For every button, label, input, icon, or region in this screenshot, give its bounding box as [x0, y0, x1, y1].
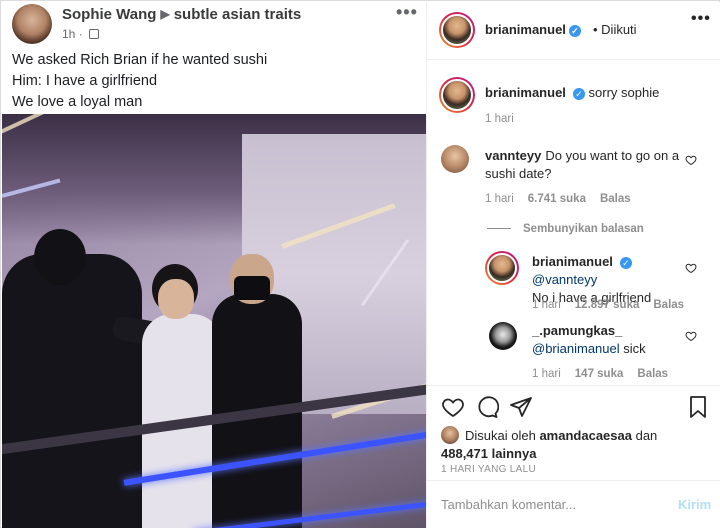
verified-badge-icon: ✓: [619, 257, 632, 269]
save-bookmark-icon[interactable]: [686, 395, 710, 419]
reply: _.pamungkas_ @brianimanuel sick: [532, 322, 687, 358]
photo-person-right-mask: [234, 276, 270, 300]
liked-by-user[interactable]: amandacaesaa: [539, 428, 632, 443]
hide-replies-button[interactable]: Sembunyikan balasan: [487, 223, 644, 235]
reply-meta: 1 hari 12.897 suka Balas: [532, 299, 698, 311]
facebook-post-line: Him: I have a girlfriend: [12, 73, 158, 89]
comment-likes[interactable]: 6.741 suka: [528, 193, 586, 205]
like-reply-heart-icon[interactable]: [685, 262, 697, 274]
facebook-post-line: We love a loyal man: [12, 94, 143, 110]
comment-bubble-icon[interactable]: [475, 395, 499, 419]
caption-time[interactable]: 1 hari: [485, 113, 514, 125]
avatar-image: [441, 145, 469, 173]
caption-username[interactable]: brianimanuel: [485, 85, 566, 100]
facebook-avatar: [12, 4, 52, 44]
photo-person-center-face: [158, 279, 194, 319]
liked-by-count[interactable]: 488,471: [441, 446, 488, 461]
reply-username[interactable]: _.pamungkas_: [532, 323, 622, 338]
facebook-author: Sophie Wang: [62, 6, 157, 23]
reply-mention[interactable]: @brianimanuel: [532, 341, 620, 356]
audience-icon: [89, 29, 100, 39]
reply-time[interactable]: 1 hari: [532, 299, 561, 311]
share-paper-plane-icon[interactable]: [509, 395, 533, 419]
like-heart-icon[interactable]: [441, 395, 465, 419]
instagram-panel: brianimanuel ✓ • Diikuti ••• brianimanuel…: [426, 2, 720, 528]
facebook-post-meta: 1h ·: [62, 27, 100, 41]
caption-meta: 1 hari: [485, 113, 528, 125]
window-frame: Sophie Wang ▶ subtle asian traits 1h · •••…: [0, 0, 720, 528]
caption: brianimanuel ✓ sorry sophie: [485, 84, 659, 102]
verified-badge-icon: ✓: [568, 25, 581, 37]
avatar-image: [441, 79, 473, 111]
liked-by-avatar[interactable]: [441, 426, 459, 444]
reply-likes[interactable]: 12.897 suka: [575, 299, 640, 311]
facebook-author-line: Sophie Wang ▶ subtle asian traits: [62, 6, 301, 23]
photo-person-left: [2, 254, 142, 528]
photo-person-left-head: [34, 229, 86, 285]
facebook-more-icon: •••: [396, 2, 418, 22]
liked-by: Disukai oleh amandacaesaa dan 488,471 la…: [441, 426, 657, 463]
post-date[interactable]: 1 HARI YANG LALU: [441, 464, 536, 475]
add-comment-bar: Tambahkan komentar... Kirim: [427, 480, 720, 528]
liked-by-suffix[interactable]: lainnya: [492, 446, 537, 461]
reply-button[interactable]: Balas: [653, 299, 684, 311]
verified-badge-icon: ✓: [572, 88, 585, 100]
comment-avatar[interactable]: [441, 145, 469, 173]
reply-button[interactable]: Balas: [637, 368, 668, 380]
liked-by-conj: dan: [635, 428, 658, 443]
reply-avatar[interactable]: [489, 322, 517, 350]
caption-avatar[interactable]: [439, 77, 475, 113]
hide-replies-label: Sembunyikan balasan: [523, 223, 644, 235]
reply-likes[interactable]: 147 suka: [575, 368, 624, 380]
facebook-post-header: Sophie Wang ▶ subtle asian traits 1h · •••…: [2, 2, 426, 114]
arrow-right-icon: ▶: [160, 7, 170, 21]
avatar[interactable]: [439, 12, 475, 48]
caption-text: sorry sophie: [588, 85, 660, 100]
reply-username[interactable]: brianimanuel: [532, 254, 613, 269]
reply-text: sick: [623, 341, 646, 356]
avatar-image: [489, 322, 517, 350]
post-header: brianimanuel ✓ • Diikuti •••: [427, 2, 720, 60]
facebook-post-line: We asked Rich Brian if he wanted sushi: [12, 52, 268, 68]
escalator-photo: [2, 114, 426, 528]
reply-avatar[interactable]: [485, 251, 519, 285]
comment-meta: 1 hari 6.741 suka Balas: [485, 193, 645, 205]
facebook-group: subtle asian traits: [173, 6, 302, 23]
like-reply-heart-icon[interactable]: [685, 330, 697, 342]
header-username[interactable]: brianimanuel: [485, 22, 566, 37]
reply-meta: 1 hari 147 suka Balas: [532, 368, 682, 380]
send-comment-button[interactable]: Kirim: [678, 497, 711, 512]
like-comment-heart-icon[interactable]: [685, 154, 697, 166]
header-username-row: brianimanuel ✓: [485, 22, 581, 37]
reply-mention[interactable]: @vannteyy: [532, 272, 597, 287]
avatar-image: [487, 253, 517, 283]
comment-username[interactable]: vannteyy: [485, 148, 541, 163]
follow-status[interactable]: • Diikuti: [593, 22, 637, 37]
facebook-post-text: We asked Rich Brian if he wanted sushi H…: [12, 50, 267, 113]
reply-time[interactable]: 1 hari: [532, 368, 561, 380]
comment-time[interactable]: 1 hari: [485, 193, 514, 205]
avatar-image: [441, 14, 473, 46]
facebook-post-time: 1h: [62, 27, 76, 41]
post-media: Sophie Wang ▶ subtle asian traits 1h · •••…: [2, 2, 426, 528]
divider-line: [487, 228, 511, 230]
comment-input[interactable]: Tambahkan komentar...: [441, 497, 576, 512]
reply-button[interactable]: Balas: [600, 193, 631, 205]
more-options-icon[interactable]: •••: [691, 10, 711, 28]
comment: vannteyy Do you want to go on a sushi dat…: [485, 147, 685, 183]
liked-by-prefix: Disukai oleh: [465, 428, 536, 443]
